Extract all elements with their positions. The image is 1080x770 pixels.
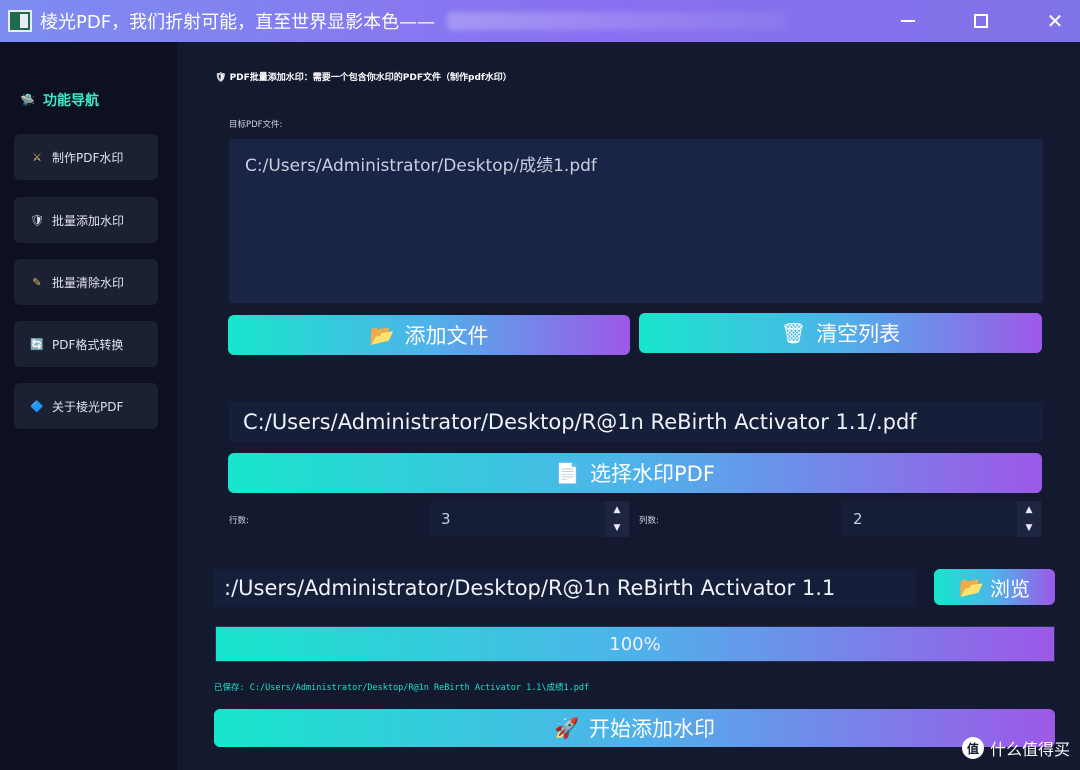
rows-label: 行数:: [229, 516, 249, 526]
crossed-swords-icon: ⚔: [32, 150, 42, 164]
sidebar-title: 🛸 功能导航: [20, 90, 99, 110]
page-title: 🛡 PDF批量添加水印：需要一个包含你水印的PDF文件（制作pdf水印）: [215, 70, 512, 83]
chevron-up-icon[interactable]: ▲: [1026, 505, 1033, 515]
sidebar-item-format-convert[interactable]: 🔄 PDF格式转换: [14, 321, 158, 367]
ufo-icon: 🛸: [20, 93, 35, 107]
add-files-label: 添加文件: [404, 324, 489, 348]
site-watermark: 值 什么值得买: [961, 736, 1070, 760]
list-item[interactable]: C:/Users/Administrator/Desktop/成绩1.pdf: [245, 151, 597, 176]
add-files-button[interactable]: 📂 添加文件: [228, 315, 630, 355]
folder-icon: 📂: [959, 575, 984, 599]
cols-value: 2: [853, 510, 863, 528]
sidebar-item-label: 制作PDF水印: [52, 150, 124, 165]
rows-stepper[interactable]: ▲ ▼: [605, 501, 629, 537]
choose-watermark-label: 选择水印PDF: [589, 462, 715, 486]
rows-value: 3: [441, 510, 451, 528]
refresh-icon: 🔄: [30, 337, 44, 351]
progress-bar: 100%: [215, 626, 1055, 662]
rocket-icon: 🚀: [554, 716, 579, 740]
chevron-up-icon[interactable]: ▲: [614, 505, 621, 515]
clear-list-label: 清空列表: [816, 322, 901, 346]
window-title: 棱光PDF，我们折射可能，直至世界显影本色——: [40, 12, 436, 33]
sidebar-item-about[interactable]: 🔷 关于棱光PDF: [14, 383, 158, 429]
maximize-icon: [974, 14, 988, 28]
target-file-list[interactable]: C:/Users/Administrator/Desktop/成绩1.pdf: [229, 139, 1043, 303]
sidebar-item-label: 批量清除水印: [52, 275, 125, 290]
close-icon: ✕: [1046, 9, 1064, 33]
blurred-title-area: [447, 12, 788, 30]
app-logo-icon: [8, 10, 32, 32]
main-panel: 🛡 PDF批量添加水印：需要一个包含你水印的PDF文件（制作pdf水印） 目标P…: [177, 42, 1080, 770]
sidebar-item-label: 批量添加水印: [52, 213, 125, 228]
document-icon: 📄: [555, 461, 580, 485]
shield-icon: 🛡: [215, 73, 227, 83]
trash-icon: 🗑: [780, 321, 807, 345]
close-button[interactable]: ✕: [1025, 0, 1080, 42]
minimize-button[interactable]: [878, 0, 938, 42]
output-path-field[interactable]: :/Users/Administrator/Desktop/R@1n ReBir…: [214, 569, 916, 607]
site-logo-icon: 值: [961, 737, 984, 759]
start-watermark-button[interactable]: 🚀 开始添加水印: [214, 709, 1055, 747]
page-title-text: PDF批量添加水印：需要一个包含你水印的PDF文件（制作pdf水印）: [229, 73, 512, 83]
maximize-button[interactable]: [951, 0, 1011, 42]
sidebar: 🛸 功能导航 ⚔ 制作PDF水印 🛡 批量添加水印 ✎ 批量清除水印 🔄 PDF…: [0, 42, 177, 770]
browse-label: 浏览: [989, 576, 1030, 601]
saved-status: 已保存: C:/Users/Administrator/Desktop/R@1n…: [214, 683, 590, 693]
sidebar-item-make-watermark[interactable]: ⚔ 制作PDF水印: [14, 134, 158, 180]
output-path-value: :/Users/Administrator/Desktop/R@1n ReBir…: [224, 576, 836, 600]
clear-list-button[interactable]: 🗑 清空列表: [639, 313, 1042, 353]
cols-stepper[interactable]: ▲ ▼: [1017, 501, 1041, 537]
watermark-path-value: C:/Users/Administrator/Desktop/R@1n ReBi…: [243, 410, 917, 434]
watermark-path-field[interactable]: C:/Users/Administrator/Desktop/R@1n ReBi…: [229, 402, 1043, 442]
sidebar-item-label: PDF格式转换: [52, 337, 124, 352]
folder-icon: 📂: [369, 323, 395, 347]
start-label: 开始添加水印: [588, 717, 715, 741]
minimize-icon: [901, 20, 915, 22]
sidebar-item-batch-clear[interactable]: ✎ 批量清除水印: [14, 259, 158, 305]
chevron-down-icon[interactable]: ▼: [1026, 523, 1033, 533]
rows-spinbox[interactable]: 3 ▲ ▼: [429, 501, 629, 537]
sidebar-item-label: 关于棱光PDF: [52, 399, 124, 414]
target-pdf-label: 目标PDF文件:: [229, 120, 283, 130]
chevron-down-icon[interactable]: ▼: [614, 523, 621, 533]
sidebar-title-label: 功能导航: [42, 93, 99, 109]
shield-icon: 🛡: [30, 213, 44, 227]
title-bar: 棱光PDF，我们折射可能，直至世界显影本色—— ✕: [0, 0, 1080, 42]
cols-label: 列数:: [639, 516, 659, 526]
info-icon: 🔷: [30, 399, 44, 413]
sidebar-item-batch-add[interactable]: 🛡 批量添加水印: [14, 197, 158, 243]
cols-spinbox[interactable]: 2 ▲ ▼: [841, 501, 1041, 537]
browse-button[interactable]: 📂 浏览: [934, 569, 1055, 605]
site-watermark-text: 什么值得买: [989, 740, 1070, 759]
magic-wand-icon: ✎: [32, 275, 42, 289]
progress-percent: 100%: [609, 633, 661, 655]
choose-watermark-button[interactable]: 📄 选择水印PDF: [228, 453, 1042, 493]
